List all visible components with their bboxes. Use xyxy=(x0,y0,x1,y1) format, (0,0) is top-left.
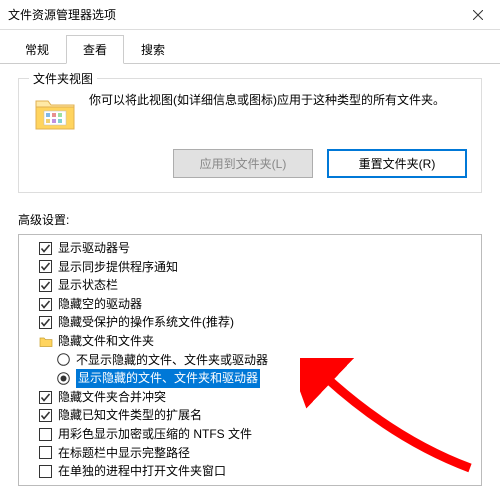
option-label: 不显示隐藏的文件、文件夹或驱动器 xyxy=(76,351,268,370)
checkbox-option[interactable]: 在标题栏中显示完整路径 xyxy=(21,444,479,463)
tab-search[interactable]: 搜索 xyxy=(124,35,182,64)
close-button[interactable] xyxy=(455,0,500,30)
checkbox-option[interactable]: 用彩色显示加密或压缩的 NTFS 文件 xyxy=(21,425,479,444)
checkbox-option[interactable]: 在单独的进程中打开文件夹窗口 xyxy=(21,462,479,481)
option-label: 隐藏文件和文件夹 xyxy=(58,332,154,351)
option-label: 在单独的进程中打开文件夹窗口 xyxy=(58,462,226,481)
tab-view[interactable]: 查看 xyxy=(66,35,124,64)
folder-view-group: 文件夹视图 你可以将此视图(如详细信息或图标)应用于这种类型的所有文件夹。 应用… xyxy=(18,78,482,193)
tab-content: 文件夹视图 你可以将此视图(如详细信息或图标)应用于这种类型的所有文件夹。 应用… xyxy=(0,64,500,486)
option-label: 隐藏已知文件类型的扩展名 xyxy=(58,406,202,425)
tab-bar: 常规 查看 搜索 xyxy=(0,30,500,64)
option-label: 显示同步提供程序通知 xyxy=(58,258,178,277)
option-label: 显示隐藏的文件、文件夹和驱动器 xyxy=(76,369,260,388)
checkbox-option[interactable]: 隐藏空的驱动器 xyxy=(21,295,479,314)
advanced-settings-list[interactable]: 显示驱动器号显示同步提供程序通知显示状态栏隐藏空的驱动器隐藏受保护的操作系统文件… xyxy=(18,234,482,486)
apply-to-folders-button[interactable]: 应用到文件夹(L) xyxy=(173,149,313,178)
option-label: 用彩色显示加密或压缩的 NTFS 文件 xyxy=(58,425,252,444)
folder-view-description: 你可以将此视图(如详细信息或图标)应用于这种类型的所有文件夹。 xyxy=(89,91,467,135)
tree-folder: 隐藏文件和文件夹 xyxy=(21,332,479,351)
checkbox-option[interactable]: 隐藏已知文件类型的扩展名 xyxy=(21,406,479,425)
close-icon xyxy=(473,10,483,20)
option-label: 显示驱动器号 xyxy=(58,239,130,258)
checkbox-option[interactable]: 显示状态栏 xyxy=(21,276,479,295)
option-label: 在标题栏中显示完整路径 xyxy=(58,444,190,463)
radio-option[interactable]: 显示隐藏的文件、文件夹和驱动器 xyxy=(21,369,479,388)
advanced-label: 高级设置: xyxy=(18,211,482,228)
window-title: 文件资源管理器选项 xyxy=(8,6,455,23)
option-label: 隐藏文件夹合并冲突 xyxy=(58,388,166,407)
radio-option[interactable]: 不显示隐藏的文件、文件夹或驱动器 xyxy=(21,351,479,370)
option-label: 隐藏受保护的操作系统文件(推荐) xyxy=(58,313,234,332)
titlebar: 文件资源管理器选项 xyxy=(0,0,500,30)
checkbox-option[interactable]: 显示同步提供程序通知 xyxy=(21,258,479,277)
checkbox-option[interactable]: 隐藏文件夹合并冲突 xyxy=(21,388,479,407)
folder-view-label: 文件夹视图 xyxy=(29,70,97,87)
reset-folders-button[interactable]: 重置文件夹(R) xyxy=(327,149,467,178)
checkbox-option[interactable]: 显示驱动器号 xyxy=(21,239,479,258)
option-label: 显示状态栏 xyxy=(58,276,118,295)
folder-icon xyxy=(33,91,77,135)
tab-general[interactable]: 常规 xyxy=(8,35,66,64)
option-label: 隐藏空的驱动器 xyxy=(58,295,142,314)
checkbox-option[interactable]: 隐藏受保护的操作系统文件(推荐) xyxy=(21,313,479,332)
